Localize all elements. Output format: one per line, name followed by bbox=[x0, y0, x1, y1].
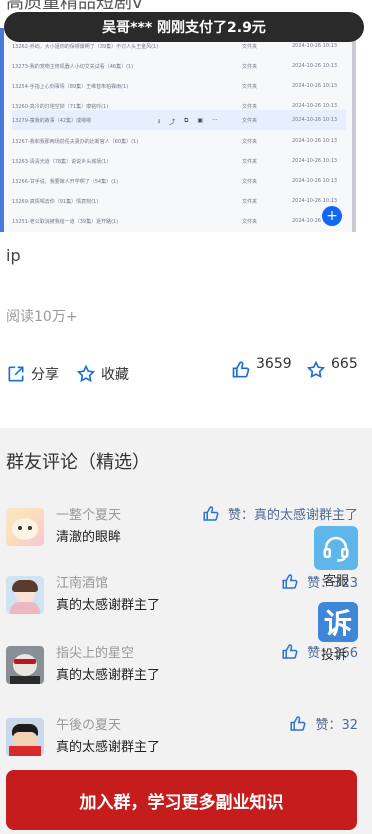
avatar bbox=[6, 576, 44, 614]
copy-icon: ⧉ bbox=[184, 117, 189, 124]
folder-icon: ▣ bbox=[197, 117, 204, 124]
like-count: 3659 bbox=[256, 356, 292, 372]
comment-author: 一整个夏天 bbox=[56, 508, 122, 523]
preview-row: 13254-手指上心刻事情（89集）王维替朱柏霖雨(1) 文件夹 2024-10-2… bbox=[12, 83, 338, 90]
star-count: 665 bbox=[331, 356, 358, 372]
thumbs-up-icon bbox=[203, 505, 219, 521]
customer-service-label: 客服 bbox=[323, 574, 350, 589]
report-button[interactable]: 诉 bbox=[318, 602, 358, 642]
comment-author: 指尖上的星空 bbox=[56, 646, 135, 661]
share-icon bbox=[8, 366, 24, 382]
star-button[interactable]: 665 bbox=[306, 356, 358, 380]
thumbs-up-icon bbox=[282, 573, 298, 589]
comments-title: 群友评论（精选） bbox=[6, 452, 150, 473]
like-button[interactable]: 3659 bbox=[231, 356, 292, 380]
download-icon: ⭳ bbox=[158, 118, 161, 125]
screenshot-preview: 13262-乔屿，大小姐你的保镖爆啊了（39集）不讨人头王金风(1) 文件夹 202… bbox=[0, 28, 356, 232]
favorite-label: 收藏 bbox=[101, 367, 129, 383]
preview-accent-strip bbox=[0, 28, 4, 232]
comment-item: 江南酒馆 真的太感谢群主了 赞：323 bbox=[6, 572, 358, 622]
ip-text: ip bbox=[6, 246, 21, 265]
preview-row: 13263-清清光道（78集）说说乡头城场(1) 文件夹 2024-10-26 10… bbox=[12, 158, 338, 165]
preview-row: 13266-甘手说，我要嫁人开学啊了（54集）(1) 文件夹 2024-10-26 … bbox=[12, 178, 338, 185]
thumbs-up-icon bbox=[232, 361, 250, 378]
comment-text: 真的太感谢群主了 bbox=[56, 598, 161, 613]
comment-author: 江南酒馆 bbox=[56, 576, 109, 591]
preview-row: 13267-我和我那两场前任夫妻办的比新官人（60集）(1) 文件夹 2024-10… bbox=[12, 138, 338, 145]
comment-item: 一整个夏天 清澈的眼眸 赞：真的太感谢群主了 bbox=[6, 504, 358, 554]
avatar bbox=[6, 508, 44, 546]
comment-text: 真的太感谢群主了 bbox=[56, 740, 161, 755]
preview-scrollbar bbox=[352, 28, 356, 232]
avatar bbox=[6, 646, 44, 684]
comment-text: 清澈的眼眸 bbox=[56, 530, 122, 545]
avatar bbox=[6, 718, 44, 756]
preview-add-button: + bbox=[322, 206, 342, 226]
star-icon bbox=[76, 364, 96, 383]
comment-author: 午後の夏天 bbox=[56, 718, 122, 733]
headset-icon bbox=[323, 536, 349, 562]
report-label: 投诉 bbox=[321, 648, 348, 663]
thumbs-up-icon bbox=[282, 643, 298, 659]
favorite-button[interactable]: 收藏 bbox=[76, 364, 129, 384]
comment-item: 指尖上的星空 真的太感谢群主了 赞：366 bbox=[6, 642, 358, 692]
share-icon: ⤴ bbox=[169, 119, 176, 126]
thumbs-up-icon bbox=[290, 715, 306, 731]
share-label: 分享 bbox=[31, 367, 59, 383]
payment-toast: 吴哥*** 刚刚支付了2.9元 bbox=[4, 12, 364, 42]
customer-service-button[interactable] bbox=[314, 526, 358, 570]
share-button[interactable]: 分享 bbox=[6, 364, 59, 384]
read-count: 阅读10万+ bbox=[6, 309, 78, 325]
comment-text: 真的太感谢群主了 bbox=[56, 668, 161, 683]
more-icon: ··· bbox=[212, 117, 218, 124]
preview-row: 13273-我的宠物主修机器人小切艾关试看（46集）(1) 文件夹 2024-10-… bbox=[12, 63, 338, 70]
comment-like[interactable]: 赞：32 bbox=[289, 714, 358, 733]
preview-row: 13269-真情喝去你（91集）情意刻(1) 文件夹 2024-10-26 10:1… bbox=[12, 198, 338, 205]
action-bar: 分享 收藏 3659 665 bbox=[6, 356, 358, 390]
join-group-button[interactable]: 加入群，学习更多副业知识 bbox=[6, 770, 357, 830]
preview-row: 13251-老公取消被我给一道（39集）逐开路(1) 文件夹 2024-10-26 … bbox=[12, 218, 338, 225]
preview-toolbar: ⭳ ⤴ ⧉ ▣ ··· bbox=[158, 117, 218, 127]
comment-like[interactable]: 赞：真的太感谢群主了 bbox=[202, 504, 358, 523]
comment-item: 午後の夏天 真的太感谢群主了 赞：32 bbox=[6, 714, 358, 764]
star-outline-icon bbox=[306, 360, 326, 379]
